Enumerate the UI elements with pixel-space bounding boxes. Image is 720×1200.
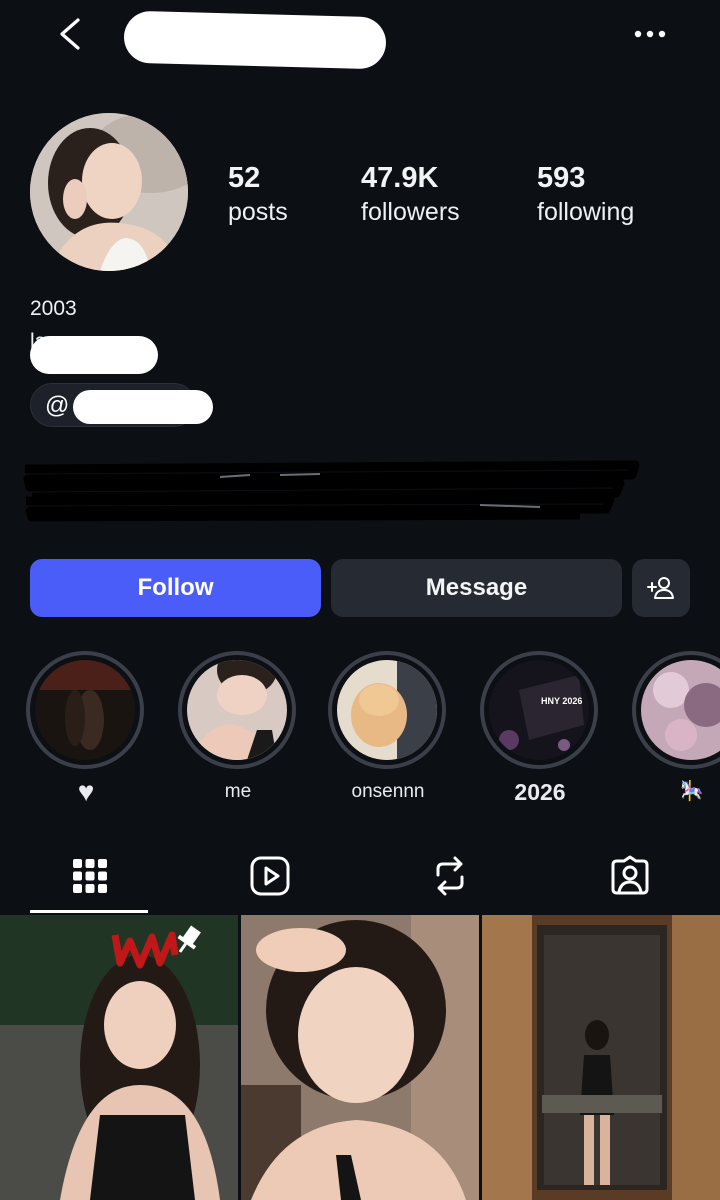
tab-tagged[interactable] — [540, 840, 720, 912]
bio-text-line-1: 2003 — [30, 297, 77, 320]
highlight-ring — [632, 651, 720, 769]
profile-avatar[interactable] — [30, 113, 188, 271]
highlight-cover — [337, 660, 437, 760]
posts-label: posts — [228, 198, 288, 226]
username-redaction — [123, 10, 387, 70]
highlight-ring — [178, 651, 296, 769]
highlight-label: ♥ — [77, 776, 95, 807]
top-bar — [0, 0, 720, 70]
posts-count: 52 — [228, 162, 261, 194]
profile-page: 52 posts 47.9K followers 593 following 2… — [0, 0, 720, 1200]
tab-reels[interactable] — [180, 840, 360, 912]
highlight-label: 🎠 — [680, 781, 704, 802]
highlight-label: onsennn — [351, 781, 425, 802]
followed-by-redaction — [23, 460, 640, 522]
follow-button[interactable]: Follow — [30, 559, 321, 617]
threads-handle-redaction — [73, 390, 213, 424]
highlight-item[interactable]: onsennn — [328, 651, 448, 805]
profile-tab-bar — [0, 840, 720, 914]
threads-link-badge[interactable]: @ — [30, 383, 213, 427]
following-stat[interactable]: 593 following — [537, 160, 634, 228]
avatar-photo — [30, 113, 188, 271]
grid-icon — [73, 859, 107, 893]
followers-label: followers — [361, 198, 460, 226]
highlight-ring — [26, 651, 144, 769]
highlight-cover: HNY 2026 — [489, 660, 589, 760]
highlight-cover — [187, 660, 287, 760]
highlight-ring — [328, 651, 446, 769]
followers-stat[interactable]: 47.9K followers — [361, 160, 460, 228]
chevron-left-icon — [60, 18, 80, 50]
suggest-people-button[interactable] — [632, 559, 690, 617]
following-count: 593 — [537, 162, 586, 194]
reels-icon — [250, 856, 290, 896]
post-thumbnail[interactable] — [241, 915, 479, 1200]
more-options-button[interactable] — [630, 20, 670, 48]
post-thumbnail[interactable] — [0, 915, 238, 1200]
posts-stat: 52 posts — [228, 160, 288, 228]
highlight-item[interactable]: 🎠 — [632, 651, 720, 805]
highlight-ring: HNY 2026 — [480, 651, 598, 769]
bio-redaction — [30, 336, 158, 374]
highlight-cover — [35, 660, 135, 760]
highlight-cover — [641, 660, 720, 760]
highlight-label: me — [224, 781, 252, 802]
tagged-icon — [611, 855, 649, 895]
post-thumbnail[interactable] — [482, 915, 720, 1200]
add-person-icon — [647, 577, 674, 599]
post-grid — [0, 915, 720, 1200]
highlight-item[interactable]: me — [178, 651, 298, 805]
highlight-item[interactable]: HNY 2026 2026 — [480, 651, 600, 805]
highlight-item[interactable]: ♥ — [26, 651, 146, 807]
active-tab-indicator — [30, 910, 148, 913]
back-button[interactable] — [52, 14, 92, 54]
tab-posts[interactable] — [0, 840, 180, 912]
tab-reposts[interactable] — [360, 840, 540, 912]
followers-count: 47.9K — [361, 162, 439, 194]
threads-icon: @ — [45, 392, 70, 419]
more-dots-icon — [634, 30, 666, 38]
message-button[interactable]: Message — [331, 559, 622, 617]
following-label: following — [537, 198, 635, 226]
repost-icon — [436, 856, 464, 896]
highlight-cover-text: HNY 2026 — [541, 696, 582, 706]
highlight-label: 2026 — [514, 779, 566, 805]
